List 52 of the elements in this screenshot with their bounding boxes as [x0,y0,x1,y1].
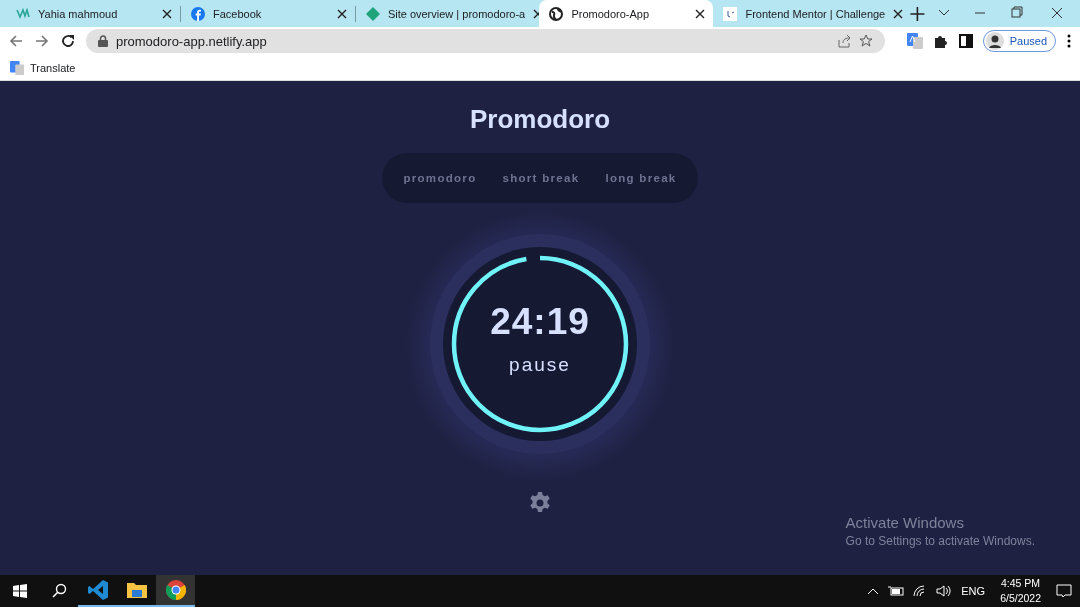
diamond-icon [365,6,380,21]
chrome-icon [165,580,186,600]
clock-time[interactable]: 4:45 PM [1000,576,1041,591]
watermark-title: Activate Windows [845,514,965,531]
browser-tab[interactable]: Promodoro-App [539,0,714,27]
new-tab-icon[interactable] [909,6,926,21]
browser-tab[interactable]: Yahia mahmoud [6,0,180,27]
avatar-icon [985,32,1004,50]
mode-tab[interactable]: long break [598,161,684,195]
clock-date[interactable]: 6/5/2022 [1000,591,1041,606]
star-icon[interactable] [858,34,873,48]
language-indicator[interactable]: ENG [961,585,986,597]
close-icon[interactable] [162,8,172,19]
chevron-up-icon[interactable] [867,586,880,596]
zigzag-logo-icon [16,7,30,20]
share-icon[interactable] [836,34,851,48]
more-icon[interactable] [1066,33,1072,49]
mode-tab[interactable]: promodoro [396,161,484,195]
profile-button[interactable]: Paused [982,30,1056,52]
pause-button[interactable]: pause [505,354,575,376]
settings-icon[interactable] [528,491,552,515]
mode-tab[interactable]: short break [495,161,587,195]
close-icon[interactable] [893,8,904,19]
back-icon[interactable] [8,33,24,49]
address-bar[interactable]: promodoro-app.netlify.app [86,29,885,53]
sidebar-icon[interactable] [958,34,973,48]
reload-icon[interactable] [60,33,76,49]
facebook-icon [190,6,205,21]
notification-icon[interactable] [1056,584,1072,598]
code-editor-icon [86,579,109,601]
search-icon [50,583,67,599]
close-icon[interactable] [695,8,706,19]
close-icon[interactable] [336,8,347,19]
browser-tab[interactable]: Site overview | promodoro-a [355,0,540,27]
folder-icon [126,581,147,599]
lock-icon [98,35,108,47]
translate-icon[interactable] [906,33,923,49]
timer-display: 24:19 [489,301,591,343]
puzzle-icon[interactable] [932,33,949,49]
taskbar-app[interactable] [156,575,195,607]
speaker-icon[interactable] [936,585,953,597]
translate-icon [10,60,24,75]
windows-icon [12,584,27,598]
battery-icon[interactable] [888,585,905,597]
bookmark[interactable]: Translate [10,60,76,75]
app-title: Promodoro [469,105,611,133]
browser-tab[interactable]: Frontend Mentor | Challenge [713,0,900,27]
browser-tab[interactable]: Facebook [180,0,355,27]
globe-icon [549,6,564,21]
forward-icon[interactable] [34,33,50,49]
watermark-subtitle: Go to Settings to activate Windows. [845,534,1035,548]
page-icon [723,6,738,21]
